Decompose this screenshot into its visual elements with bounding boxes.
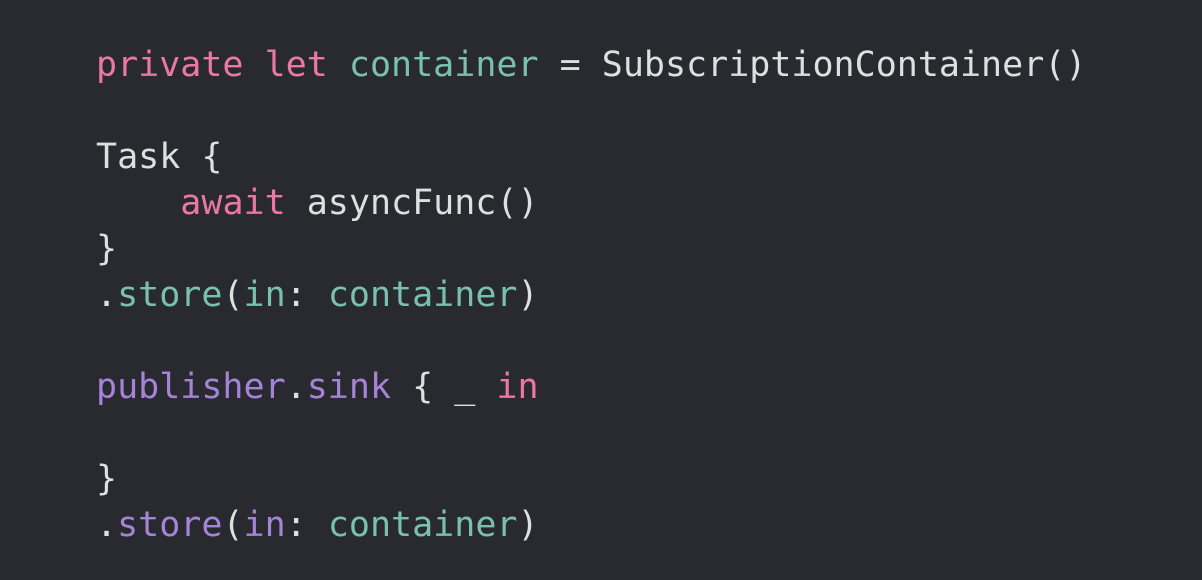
code-line: publisher.sink { _ in (96, 364, 1086, 410)
code-token-plain: . (285, 367, 307, 407)
code-token-method: in (243, 505, 286, 545)
code-token-plain: } (96, 229, 118, 269)
code-token-keyword: private (96, 45, 244, 85)
code-token-keyword: await (180, 183, 286, 223)
code-line: .store(in: container) (96, 272, 1086, 318)
code-line: } (96, 456, 1086, 502)
code-token-plain: Task { (96, 137, 223, 177)
code-line: .store(in: container) (96, 502, 1086, 548)
code-snippet: private let container = SubscriptionCont… (96, 42, 1086, 548)
code-line: await asyncFunc() (96, 180, 1086, 226)
code-token-method: publisher (96, 367, 286, 407)
code-token-plain: ) (517, 505, 539, 545)
code-token-property: in (243, 275, 286, 315)
code-token-method: sink (306, 367, 392, 407)
code-token-plain: } (96, 459, 118, 499)
code-token-keyword: let (264, 45, 328, 85)
code-token-plain: . (96, 505, 118, 545)
code-line: private let container = SubscriptionCont… (96, 42, 1086, 88)
code-token-plain: { _ (391, 367, 497, 407)
code-token-plain: ( (222, 275, 244, 315)
code-token-plain: ) (517, 275, 539, 315)
code-token-property: container (348, 45, 539, 85)
code-token-method: store (117, 505, 223, 545)
code-token-plain: . (96, 275, 118, 315)
code-token-plain: : (285, 505, 328, 545)
code-token-plain: : (285, 275, 328, 315)
code-token-property: container (327, 275, 518, 315)
code-line: Task { (96, 134, 1086, 180)
code-token-plain: asyncFunc() (285, 183, 539, 223)
code-token-property: container (327, 505, 518, 545)
code-token-plain: ( (222, 505, 244, 545)
code-token-plain: = SubscriptionContainer() (538, 45, 1087, 85)
code-line: } (96, 226, 1086, 272)
code-token-keyword: in (496, 367, 539, 407)
code-token-property: store (117, 275, 223, 315)
